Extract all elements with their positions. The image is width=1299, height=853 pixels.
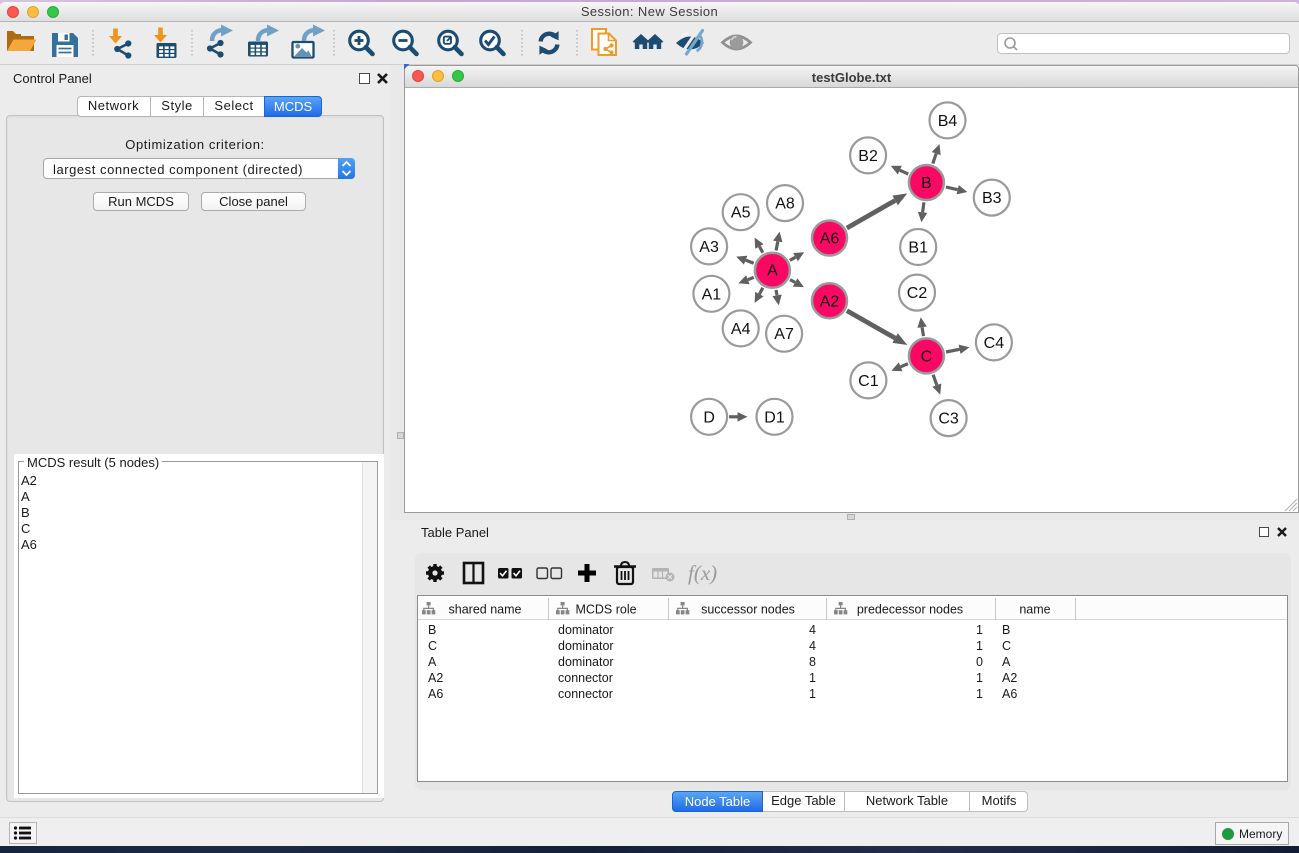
svg-text:1: 1 <box>809 687 816 701</box>
svg-text:A2: A2 <box>820 293 840 310</box>
svg-text:A: A <box>1002 655 1011 669</box>
svg-text:C: C <box>921 348 933 365</box>
svg-text:B: B <box>1002 623 1010 637</box>
svg-text:MCDS role: MCDS role <box>575 603 636 617</box>
svg-text:B3: B3 <box>982 190 1002 207</box>
svg-text:shared name: shared name <box>449 603 522 617</box>
svg-text:B1: B1 <box>908 240 928 257</box>
svg-text:0: 0 <box>976 655 983 669</box>
svg-text:B: B <box>428 623 436 637</box>
svg-text:B4: B4 <box>938 113 958 130</box>
svg-text:4: 4 <box>809 623 816 637</box>
svg-text:A2: A2 <box>428 671 443 685</box>
svg-text:C3: C3 <box>938 411 959 428</box>
svg-text:B: B <box>921 175 932 192</box>
svg-text:dominator: dominator <box>558 639 614 653</box>
svg-text:connector: connector <box>558 671 613 685</box>
svg-text:C4: C4 <box>984 335 1005 352</box>
svg-text:1: 1 <box>976 623 983 637</box>
svg-text:A5: A5 <box>731 205 751 222</box>
svg-text:successor nodes: successor nodes <box>701 603 795 617</box>
svg-text:D: D <box>703 409 715 426</box>
svg-text:A6: A6 <box>820 231 840 248</box>
svg-text:A6: A6 <box>428 687 443 701</box>
svg-text:f(x): f(x) <box>688 561 717 585</box>
svg-text:predecessor nodes: predecessor nodes <box>857 603 963 617</box>
svg-text:A2: A2 <box>1002 671 1017 685</box>
svg-text:C: C <box>1002 639 1011 653</box>
svg-text:A3: A3 <box>699 239 719 256</box>
svg-text:D1: D1 <box>764 409 785 426</box>
svg-text:8: 8 <box>809 655 816 669</box>
svg-text:1: 1 <box>976 639 983 653</box>
svg-text:1: 1 <box>809 671 816 685</box>
svg-text:dominator: dominator <box>558 623 614 637</box>
svg-text:C2: C2 <box>907 285 928 302</box>
svg-text:A: A <box>428 655 437 669</box>
svg-text:B2: B2 <box>858 148 878 165</box>
svg-text:A7: A7 <box>774 326 794 343</box>
svg-text:C: C <box>428 639 437 653</box>
svg-text:1: 1 <box>976 687 983 701</box>
svg-text:A1: A1 <box>702 286 722 303</box>
svg-text:A4: A4 <box>731 321 751 338</box>
svg-text:1: 1 <box>976 671 983 685</box>
svg-text:dominator: dominator <box>558 655 614 669</box>
svg-text:connector: connector <box>558 687 613 701</box>
svg-text:4: 4 <box>809 639 816 653</box>
svg-text:A8: A8 <box>775 196 795 213</box>
svg-text:A: A <box>767 263 778 280</box>
svg-text:C1: C1 <box>858 373 879 390</box>
svg-text:A6: A6 <box>1002 687 1017 701</box>
svg-text:name: name <box>1019 603 1050 617</box>
